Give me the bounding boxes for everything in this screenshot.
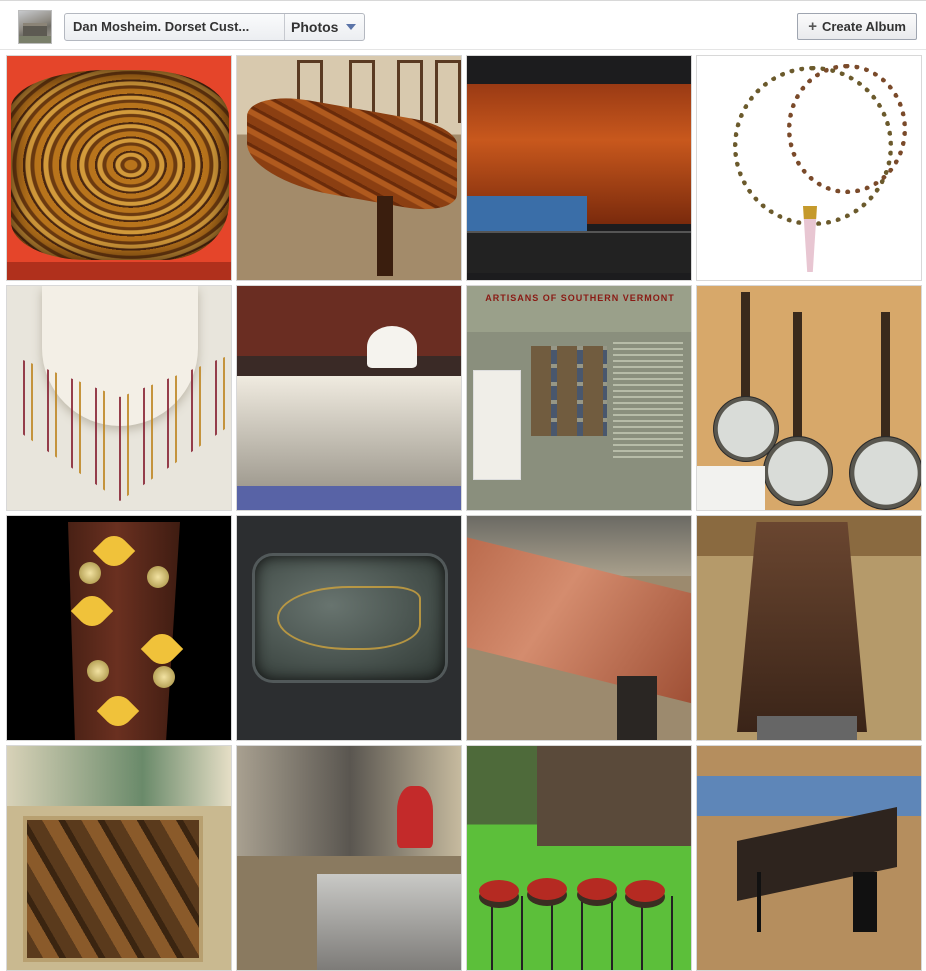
necklace-strand-shape: [787, 64, 907, 194]
stool-legs-shape: [477, 896, 687, 970]
avatar-ground-shape: [19, 36, 51, 43]
view-dropdown-label: Photos: [291, 19, 339, 35]
photo-thumbnail[interactable]: [696, 55, 922, 281]
photo-thumbnail[interactable]: [466, 745, 692, 971]
photo-thumbnail[interactable]: [696, 285, 922, 511]
banjo-neck-shape: [741, 292, 750, 402]
banjo-head-shape: [763, 436, 833, 506]
stool-seat-shape: [527, 878, 567, 900]
website-header: ARTISANS OF SOUTHERN VERMONT: [467, 286, 691, 332]
chair-shape: [435, 60, 461, 123]
poster-shape: [473, 370, 521, 480]
photo-thumbnail[interactable]: ARTISANS OF SOUTHERN VERMONT: [466, 285, 692, 511]
photo-thumbnail[interactable]: [466, 515, 692, 741]
photo-thumbnail[interactable]: [236, 55, 462, 281]
barn-shape: [537, 746, 691, 846]
album-selector: Dan Mosheim. Dorset Cust... Photos: [64, 13, 366, 41]
photo-thumbnail[interactable]: [236, 515, 462, 741]
tuning-peg-shape: [87, 660, 109, 682]
table-leg-shape: [617, 676, 657, 740]
paper-shape: [697, 466, 765, 510]
table-top-shape: [247, 89, 457, 217]
stool-seat-shape: [577, 878, 617, 900]
view-dropdown[interactable]: Photos: [285, 14, 364, 40]
tuning-peg-shape: [153, 666, 175, 688]
floor-shape: [237, 486, 461, 510]
create-album-button[interactable]: + Create Album: [797, 13, 917, 40]
banjo-neck-shape: [793, 312, 802, 442]
photo-thumbnail[interactable]: [466, 55, 692, 281]
banjo-head-shape: [849, 436, 921, 510]
display-case-shape: [237, 376, 461, 496]
table-legs-shape: [757, 872, 877, 932]
thumbnail-tiles-shape: [531, 346, 607, 436]
photo-thumbnail[interactable]: [6, 515, 232, 741]
plus-icon: +: [808, 18, 817, 35]
pendant-shape: [803, 206, 817, 272]
photo-thumbnail[interactable]: [236, 285, 462, 511]
photo-thumbnail[interactable]: [696, 515, 922, 741]
album-toolbar: Dan Mosheim. Dorset Cust... Photos + Cre…: [0, 0, 926, 50]
window-shape: [7, 746, 231, 806]
photo-grid: ARTISANS OF SOUTHERN VERMONT: [6, 55, 922, 971]
background-strip: [7, 262, 231, 280]
table-leg-shape: [377, 196, 393, 276]
person-shape: [397, 786, 433, 848]
photo-thumbnail[interactable]: [6, 55, 232, 281]
tuning-peg-shape: [79, 562, 101, 584]
create-album-label: Create Album: [821, 19, 906, 34]
stool-seat-shape: [625, 880, 665, 902]
chair-shape: [397, 60, 423, 123]
page-avatar[interactable]: [18, 10, 52, 44]
blue-object-shape: [467, 196, 587, 236]
wall-shape: [237, 286, 461, 356]
photo-thumbnail[interactable]: [6, 745, 232, 971]
photo-thumbnail[interactable]: [236, 745, 462, 971]
chest-shape: [23, 816, 203, 962]
table-base-shape: [757, 716, 857, 740]
drawer-shape: [467, 231, 691, 273]
bust-shape: [367, 326, 417, 368]
table-top-shape: [737, 522, 867, 732]
stool-seat-shape: [479, 880, 519, 902]
album-name-link[interactable]: Dan Mosheim. Dorset Cust...: [65, 14, 285, 40]
fish-inlay-shape: [277, 586, 421, 650]
banjo-neck-shape: [881, 312, 890, 442]
wood-slab-shape: [11, 70, 229, 260]
text-lines-shape: [613, 342, 683, 462]
tuning-peg-shape: [147, 566, 169, 588]
caret-down-icon: [346, 24, 357, 30]
photo-thumbnail[interactable]: [696, 745, 922, 971]
photo-thumbnail[interactable]: [6, 285, 232, 511]
